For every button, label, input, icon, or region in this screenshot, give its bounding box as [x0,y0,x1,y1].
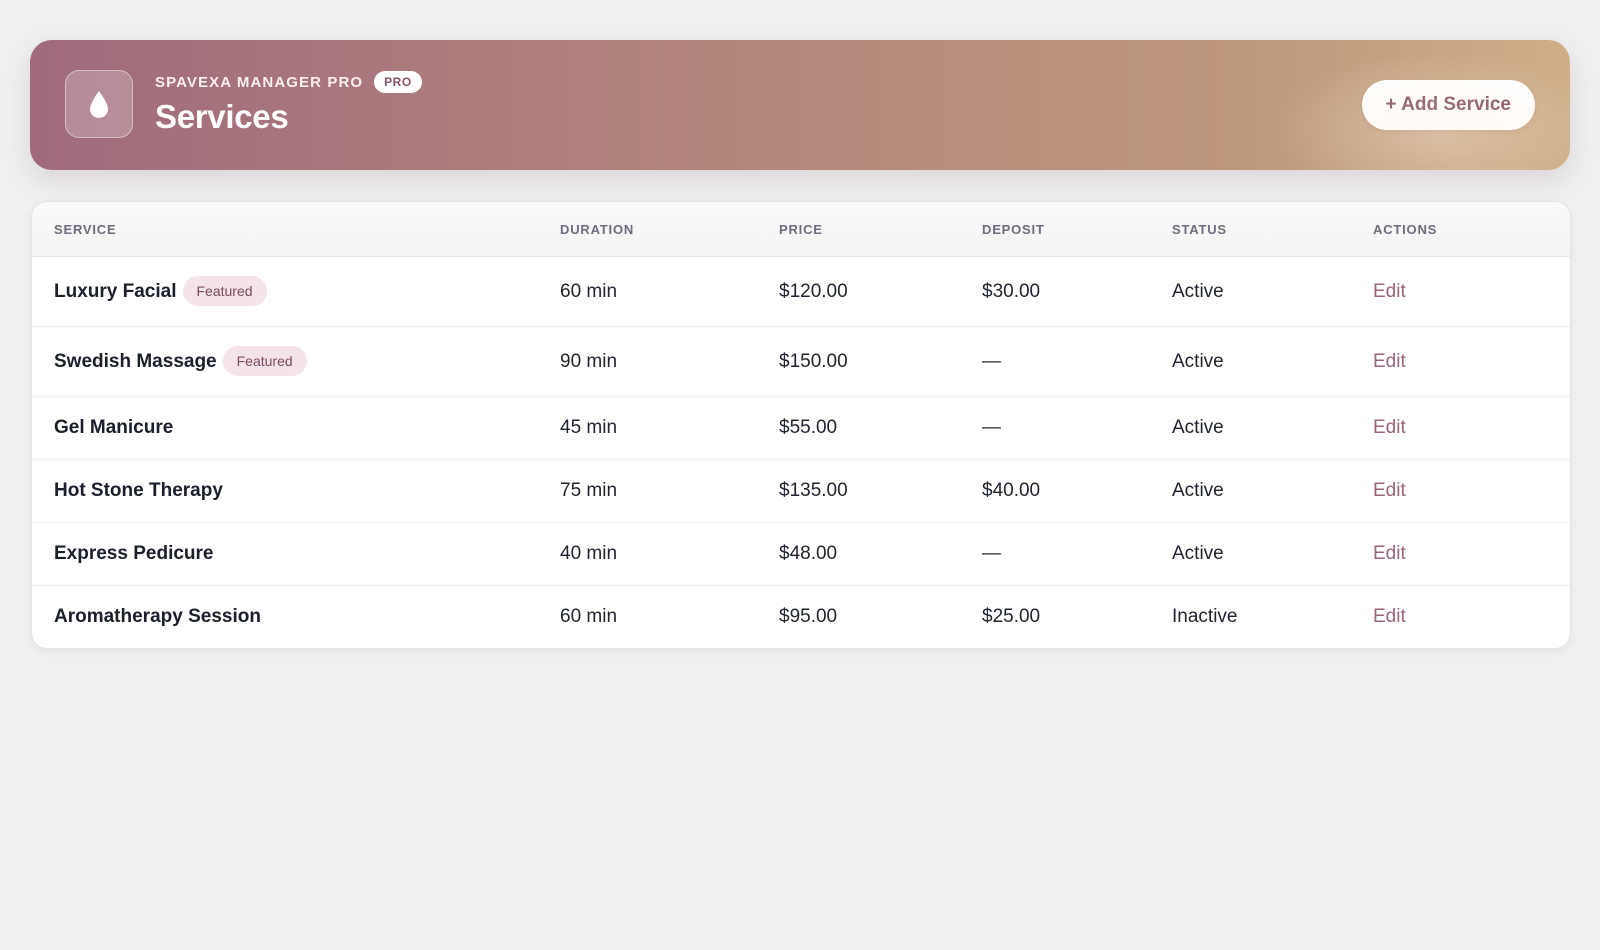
deposit-cell: — [982,522,1172,586]
status-cell: Active [1172,396,1373,460]
page-title: Services [155,98,289,135]
status-cell: Inactive [1172,606,1238,627]
table-row: Gel Manicure 45 min $55.00 — Active Edit [32,396,1570,460]
edit-link[interactable]: Edit [1373,480,1406,501]
add-service-button[interactable]: + Add Service [1361,80,1535,130]
service-name: Swedish Massage [54,350,217,372]
price-cell: $150.00 [779,326,982,397]
actions-cell: Edit [1373,586,1570,649]
droplet-icon [90,91,108,118]
service-cell: Luxury Facial Featured [32,256,560,327]
price-cell: $55.00 [779,396,982,460]
service-name: Aromatherapy Session [54,606,261,627]
deposit-cell: $30.00 [982,256,1172,327]
service-cell: Gel Manicure [32,396,560,460]
column-header-service[interactable]: SERVICE [32,202,560,257]
column-header-actions: ACTIONS [1373,202,1570,257]
service-name: Express Pedicure [54,543,214,564]
featured-badge: Featured [182,275,267,306]
actions-cell: Edit [1373,522,1570,586]
edit-link[interactable]: Edit [1373,543,1406,564]
service-cell: Express Pedicure [32,522,560,586]
deposit-cell: $40.00 [982,459,1172,523]
table-row: Aromatherapy Session 60 min $95.00 $25.0… [32,586,1570,649]
table-row: Luxury Facial Featured 60 min $120.00 $30… [32,256,1570,327]
price-cell: $48.00 [779,522,982,586]
column-header-status[interactable]: STATUS [1172,202,1373,257]
pro-badge: PRO [374,71,422,93]
price-cell: $135.00 [779,459,982,523]
edit-link[interactable]: Edit [1373,417,1406,438]
deposit-cell: — [982,326,1172,397]
edit-link[interactable]: Edit [1373,606,1406,627]
price-cell: $120.00 [779,256,982,327]
services-table-card: SERVICE DURATION PRICE DEPOSIT STATUS AC… [31,201,1571,649]
edit-link[interactable]: Edit [1373,281,1406,302]
status-cell: Active [1172,326,1373,397]
edit-link[interactable]: Edit [1373,351,1406,372]
brand-row: SPAVEXA MANAGER PRO PRO [155,71,422,93]
brand-name: SPAVEXA MANAGER PRO [155,73,364,91]
deposit-cell: $25.00 [982,606,1041,627]
duration-cell: 60 min [560,256,779,327]
page-header: SPAVEXA MANAGER PRO PRO Services + Add S… [30,40,1570,170]
duration-cell: 40 min [560,522,779,586]
status-cell: Active [1172,256,1373,327]
service-name: Luxury Facial [54,280,177,302]
service-cell: Hot Stone Therapy [32,459,560,523]
actions-cell: Edit [1373,256,1570,327]
column-header-duration[interactable]: DURATION [560,202,779,257]
duration-cell: 75 min [560,459,779,523]
services-table: SERVICE DURATION PRICE DEPOSIT STATUS AC… [32,202,1570,648]
service-cell: Swedish Massage Featured [32,326,560,397]
services-page: SPAVEXA MANAGER PRO PRO Services + Add S… [0,0,1600,950]
duration-cell: 90 min [560,326,779,397]
column-header-deposit[interactable]: DEPOSIT [982,202,1172,257]
actions-cell: Edit [1373,396,1570,460]
service-name: Hot Stone Therapy [54,480,223,501]
table-row: Swedish Massage Featured 90 min $150.00 —… [32,326,1570,397]
duration-cell: 60 min [560,606,618,627]
actions-cell: Edit [1373,326,1570,397]
app-logo [65,70,133,138]
actions-cell: Edit [1373,459,1570,523]
table-row: Express Pedicure 40 min $48.00 — Active … [32,522,1570,586]
deposit-cell: — [982,396,1172,460]
column-header-price[interactable]: PRICE [779,202,982,257]
status-cell: Active [1172,522,1373,586]
status-cell: Active [1172,459,1373,523]
price-cell: $95.00 [779,606,838,627]
service-cell: Aromatherapy Session [32,586,560,649]
featured-badge: Featured [222,345,307,376]
service-name: Gel Manicure [54,417,174,438]
table-header-row: SERVICE DURATION PRICE DEPOSIT STATUS AC… [32,202,1570,257]
duration-cell: 45 min [560,396,779,460]
table-row: Hot Stone Therapy 75 min $135.00 $40.00 … [32,459,1570,523]
